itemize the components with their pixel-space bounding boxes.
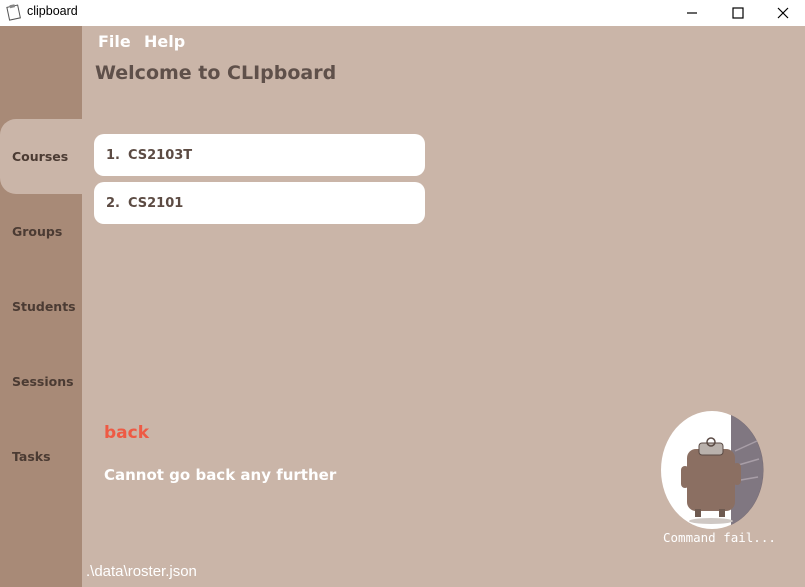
minimize-icon (687, 12, 697, 14)
sidebar: Courses Groups Students Sessions Tasks (0, 26, 82, 587)
tab-label: Tasks (12, 449, 51, 464)
tab-courses[interactable]: Courses (0, 119, 82, 194)
window-title: clipboard (27, 4, 78, 18)
menu-file[interactable]: File (98, 32, 131, 51)
close-icon (777, 7, 789, 19)
mascot-caption: Command fail... (663, 530, 776, 545)
tab-label: Groups (12, 224, 63, 239)
close-button[interactable] (761, 0, 805, 26)
tab-sessions[interactable]: Sessions (0, 344, 82, 419)
course-index: 2. (106, 195, 120, 211)
tab-label: Sessions (12, 374, 74, 389)
title-bar: clipboard (0, 0, 805, 26)
course-code: CS2101 (127, 195, 184, 211)
menu-help[interactable]: Help (144, 32, 185, 51)
page-title: Welcome to CLIpboard (95, 62, 337, 84)
tab-tasks[interactable]: Tasks (0, 419, 82, 494)
command-result-message: Cannot go back any further (104, 466, 337, 484)
menu-bar: File Help (82, 26, 805, 56)
tab-label: Courses (12, 149, 69, 164)
clipboard-mascot-icon (661, 411, 764, 529)
maximize-icon (732, 7, 744, 19)
tab-groups[interactable]: Groups (0, 194, 82, 269)
tab-students[interactable]: Students (0, 269, 82, 344)
course-code: CS2103T (127, 147, 193, 163)
command-input-echo: back (104, 423, 150, 443)
minimize-button[interactable] (670, 0, 714, 26)
course-index: 1. (106, 147, 120, 163)
tab-label: Students (12, 299, 76, 314)
maximize-button[interactable] (716, 0, 760, 26)
course-list-item[interactable]: 1. CS2103T (94, 134, 425, 176)
course-list-item[interactable]: 2. CS2101 (94, 182, 425, 224)
status-bar-path: .\data\roster.json (86, 563, 197, 580)
clipboard-app-icon (6, 4, 21, 21)
